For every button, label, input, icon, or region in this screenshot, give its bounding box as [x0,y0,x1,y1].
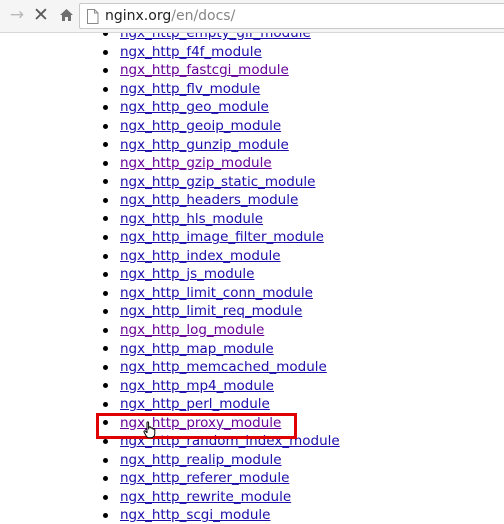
module-link[interactable]: ngx_http_empty_gif_module [120,33,311,41]
url-domain: nginx.org [105,8,172,24]
bullet-icon [103,179,108,185]
list-item: ngx_http_gunzip_module [0,135,504,154]
bullet-icon [103,420,108,426]
list-item: ngx_http_fastcgi_module [0,61,504,80]
bullet-icon [103,216,108,222]
bullet-icon [103,494,108,500]
bullet-icon [103,383,108,389]
module-link[interactable]: ngx_http_f4f_module [120,44,262,60]
list-item: ngx_http_rewrite_module [0,488,504,507]
url-text: nginx.org/en/docs/ [105,8,235,24]
bullet-icon [103,33,108,36]
bullet-icon [103,401,108,407]
bullet-icon [103,439,108,445]
bullet-icon [103,105,108,111]
bullet-icon [103,327,108,333]
module-link[interactable]: ngx_http_scgi_module [120,507,270,523]
list-item: ngx_http_flv_module [0,80,504,99]
bullet-icon [103,457,108,463]
module-link[interactable]: ngx_http_image_filter_module [120,229,324,245]
module-link[interactable]: ngx_http_gzip_static_module [120,174,315,190]
address-bar[interactable]: nginx.org/en/docs/ [79,3,504,29]
list-item: ngx_http_limit_req_module [0,302,504,321]
list-item: ngx_http_scgi_module [0,506,504,524]
bullet-icon [103,253,108,259]
list-item: ngx_http_map_module [0,339,504,358]
module-link[interactable]: ngx_http_perl_module [120,396,270,412]
bullet-icon [103,142,108,148]
module-link[interactable]: ngx_http_referer_module [120,470,289,486]
list-item: ngx_http_mp4_module [0,376,504,395]
module-link[interactable]: ngx_http_rewrite_module [120,489,291,505]
url-path: /en/docs/ [171,8,236,24]
page-icon [87,8,99,24]
hand-cursor-icon [143,421,156,439]
list-item: ngx_http_geo_module [0,98,504,117]
list-item: ngx_http_geoip_module [0,117,504,136]
module-link[interactable]: ngx_http_gunzip_module [120,137,289,153]
module-link[interactable]: ngx_http_fastcgi_module [120,62,289,78]
bullet-icon [103,160,108,166]
module-link[interactable]: ngx_http_geoip_module [120,118,281,134]
bullet-icon [103,49,108,55]
module-link[interactable]: ngx_http_headers_module [120,192,298,208]
list-item: ngx_http_memcached_module [0,358,504,377]
bullet-icon [103,476,108,482]
bullet-icon [103,346,108,352]
list-item: ngx_http_empty_gif_module [0,33,504,43]
module-list: ngx_http_empty_gif_module ngx_http_f4f_mo… [0,33,504,524]
module-link[interactable]: ngx_http_limit_req_module [120,303,302,319]
list-item: ngx_http_image_filter_module [0,228,504,247]
module-link[interactable]: ngx_http_gzip_module [120,155,272,171]
list-item: ngx_http_headers_module [0,191,504,210]
list-item: ngx_http_gzip_module [0,154,504,173]
bullet-icon [103,290,108,296]
bullet-icon [103,197,108,203]
bullet-icon [103,513,108,519]
list-item: ngx_http_realip_module [0,451,504,470]
list-item: ngx_http_index_module [0,247,504,266]
list-item: ngx_http_log_module [0,321,504,340]
list-item: ngx_http_hls_module [0,209,504,228]
list-item: ngx_http_js_module [0,265,504,284]
bullet-icon [103,272,108,278]
bullet-icon [103,123,108,129]
list-item: ngx_http_proxy_module [0,413,504,432]
bullet-icon [103,235,108,241]
module-link[interactable]: ngx_http_geo_module [120,99,269,115]
close-icon[interactable]: ✕ [30,4,52,26]
home-icon[interactable] [55,4,77,26]
module-link[interactable]: ngx_http_memcached_module [120,359,327,375]
browser-toolbar: → ✕ nginx.org/en/docs/ [0,0,504,33]
module-link[interactable]: ngx_http_js_module [120,266,254,282]
module-link[interactable]: ngx_http_mp4_module [120,378,274,394]
module-link[interactable]: ngx_http_flv_module [120,81,260,97]
module-link[interactable]: ngx_http_log_module [120,322,264,338]
list-item: ngx_http_gzip_static_module [0,172,504,191]
bullet-icon [103,309,108,315]
page-content: ngx_http_empty_gif_module ngx_http_f4f_mo… [0,33,504,524]
bullet-icon [103,68,108,74]
list-item: ngx_http_limit_conn_module [0,284,504,303]
bullet-icon [103,86,108,92]
list-item: ngx_http_random_index_module [0,432,504,451]
bullet-icon [103,364,108,370]
list-item: ngx_http_referer_module [0,469,504,488]
module-link[interactable]: ngx_http_hls_module [120,211,263,227]
list-item: ngx_http_f4f_module [0,43,504,62]
module-link[interactable]: ngx_http_realip_module [120,452,282,468]
arrow-forward-icon[interactable]: → [6,4,28,26]
module-link[interactable]: ngx_http_index_module [120,248,281,264]
module-link[interactable]: ngx_http_limit_conn_module [120,285,313,301]
list-item: ngx_http_perl_module [0,395,504,414]
module-link[interactable]: ngx_http_map_module [120,341,274,357]
